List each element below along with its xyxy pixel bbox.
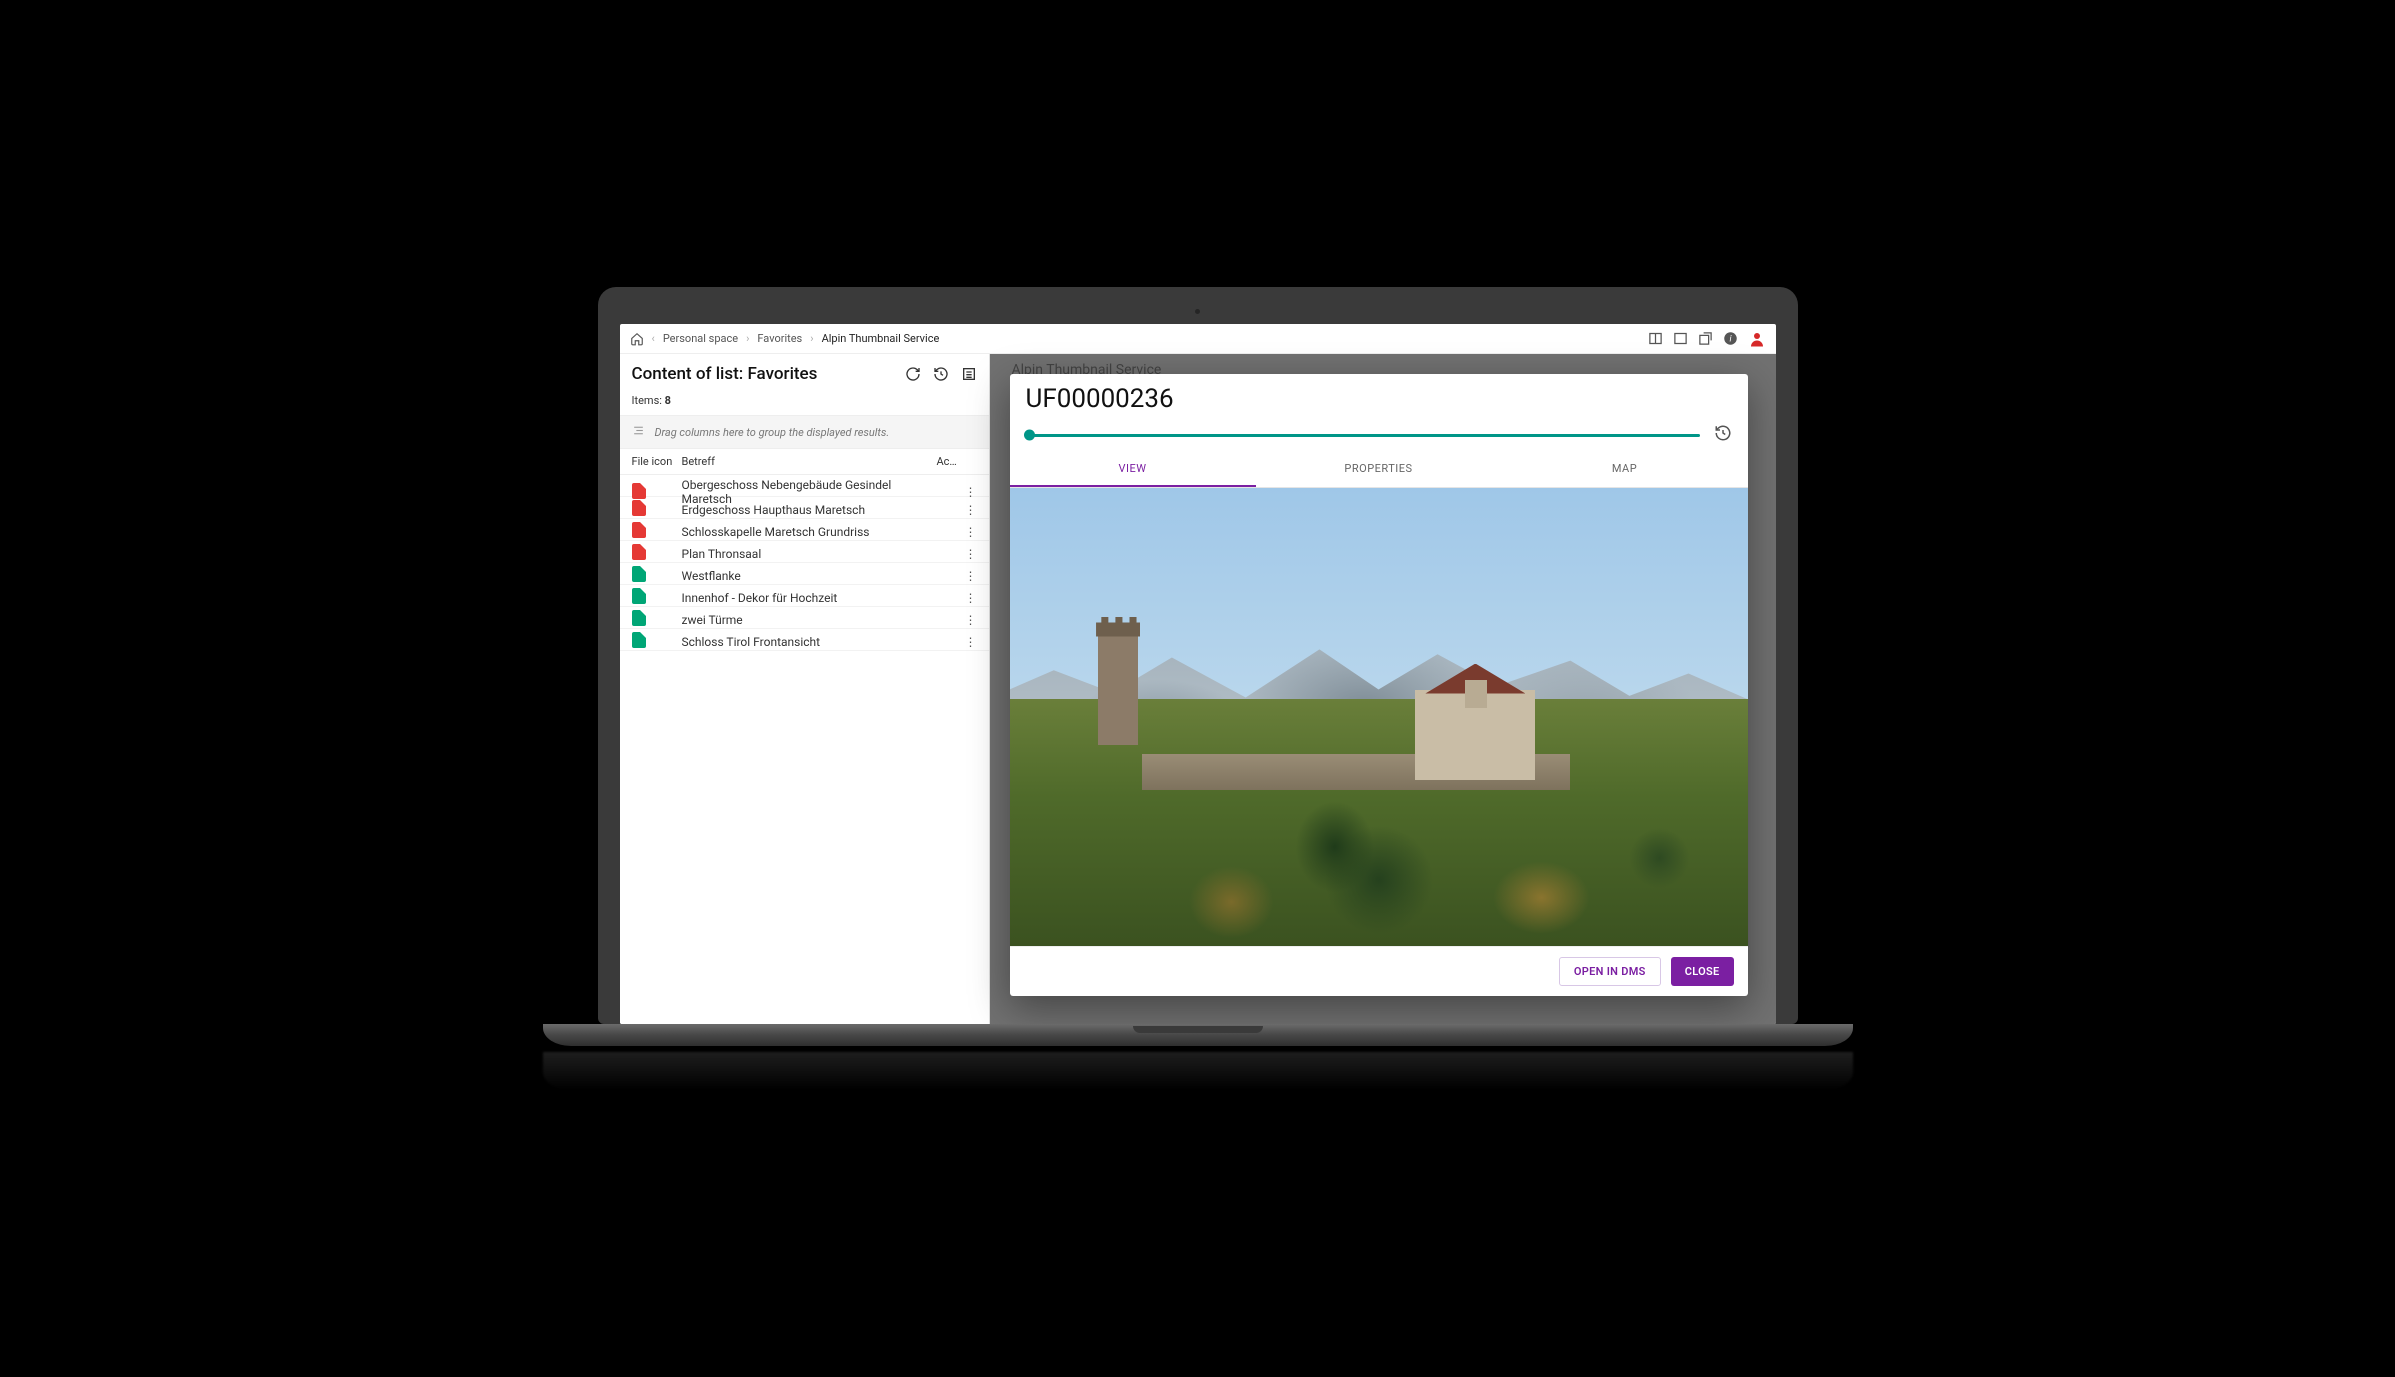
modal-header: UF00000236 (1010, 374, 1748, 418)
items-count: Items: 8 (620, 390, 989, 415)
image-file-icon (632, 566, 646, 582)
image-file-icon (632, 632, 646, 648)
version-slider[interactable] (1026, 434, 1700, 437)
table-body: Obergeschoss Nebengebäude Gesindel Maret… (620, 475, 989, 651)
image-file-icon (632, 588, 646, 604)
table-row[interactable]: Schloss Tirol Frontansicht⋮ (620, 629, 989, 651)
info-icon[interactable]: i (1723, 331, 1738, 346)
layout-single-icon[interactable] (1673, 331, 1688, 346)
user-avatar-icon[interactable] (1748, 330, 1766, 348)
pdf-file-icon (632, 483, 646, 499)
table-row[interactable]: Obergeschoss Nebengebäude Gesindel Maret… (620, 475, 989, 497)
main-area: Alpin Thumbnail Service UF00000236 (990, 354, 1776, 1024)
sidebar: Content of list: Favorites Items: 8 (620, 354, 990, 1024)
castle-tower (1098, 635, 1138, 745)
history-icon[interactable] (933, 366, 949, 382)
open-in-dms-button[interactable]: OPEN IN DMS (1559, 957, 1661, 986)
version-slider-row (1010, 418, 1748, 446)
row-more-icon[interactable]: ⋮ (937, 635, 977, 649)
laptop-frame: ‹ Personal space › Favorites › Alpin Thu… (598, 287, 1798, 1090)
topbar-actions: i (1648, 330, 1766, 348)
row-more-icon[interactable]: ⋮ (937, 485, 977, 499)
breadcrumb-item-current: Alpin Thumbnail Service (822, 332, 940, 345)
tab-map[interactable]: MAP (1502, 452, 1748, 487)
sidebar-header: Content of list: Favorites (620, 354, 989, 390)
tab-view[interactable]: VIEW (1010, 452, 1256, 487)
sidebar-title: Content of list: Favorites (632, 364, 818, 384)
refresh-icon[interactable] (905, 366, 921, 382)
laptop-base (543, 1024, 1853, 1046)
list-settings-icon[interactable] (961, 366, 977, 382)
image-file-icon (632, 610, 646, 626)
laptop-lid: ‹ Personal space › Favorites › Alpin Thu… (598, 287, 1798, 1024)
sidebar-tools (905, 366, 977, 382)
row-more-icon[interactable]: ⋮ (937, 591, 977, 605)
breadcrumb-back[interactable]: ‹ (652, 332, 655, 345)
col-file-icon[interactable]: File icon (632, 455, 682, 468)
breadcrumb-item[interactable]: Personal space (663, 332, 738, 345)
breadcrumb-sep: › (746, 332, 749, 345)
table-row[interactable]: Schlosskapelle Maretsch Grundriss⋮ (620, 519, 989, 541)
table-row[interactable]: zwei Türme⋮ (620, 607, 989, 629)
home-icon[interactable] (630, 332, 644, 346)
row-subject: Plan Thronsaal (682, 547, 937, 561)
row-subject: Erdgeschoss Haupthaus Maretsch (682, 503, 937, 517)
col-actions[interactable]: Ac… (937, 455, 977, 468)
group-drop-zone[interactable]: Drag columns here to group the displayed… (620, 415, 989, 449)
breadcrumb: ‹ Personal space › Favorites › Alpin Thu… (630, 332, 940, 346)
preview-modal: UF00000236 VIEW PROPERTIES MAP (1010, 374, 1748, 996)
modal-body (1010, 488, 1748, 946)
laptop-reflection (543, 1052, 1853, 1090)
modal-title: UF00000236 (1026, 384, 1732, 414)
pdf-file-icon (632, 500, 646, 516)
history-icon[interactable] (1714, 424, 1732, 446)
items-label: Items: (632, 394, 662, 407)
close-button[interactable]: CLOSE (1671, 957, 1734, 986)
row-more-icon[interactable]: ⋮ (937, 547, 977, 561)
breadcrumb-sep: › (810, 332, 813, 345)
row-more-icon[interactable]: ⋮ (937, 525, 977, 539)
row-more-icon[interactable]: ⋮ (937, 503, 977, 517)
topbar: ‹ Personal space › Favorites › Alpin Thu… (620, 324, 1776, 354)
layout-columns-icon[interactable] (1648, 331, 1663, 346)
table-header: File icon Betreff Ac… (620, 449, 989, 475)
pdf-file-icon (632, 544, 646, 560)
camera-dot (1195, 309, 1200, 314)
row-more-icon[interactable]: ⋮ (937, 569, 977, 583)
row-subject: Innenhof - Dekor für Hochzeit (682, 591, 937, 605)
tab-properties[interactable]: PROPERTIES (1256, 452, 1502, 487)
items-count-value: 8 (665, 394, 671, 407)
indent-icon (632, 424, 645, 440)
row-more-icon[interactable]: ⋮ (937, 613, 977, 627)
table-row[interactable]: Plan Thronsaal⋮ (620, 541, 989, 563)
modal-tabs: VIEW PROPERTIES MAP (1010, 452, 1748, 488)
preview-image[interactable] (1010, 488, 1748, 946)
group-hint-text: Drag columns here to group the displayed… (655, 426, 890, 439)
pdf-file-icon (632, 522, 646, 538)
table-row[interactable]: Innenhof - Dekor für Hochzeit⋮ (620, 585, 989, 607)
castle-keep (1415, 690, 1535, 780)
open-external-icon[interactable] (1698, 331, 1713, 346)
row-subject: zwei Türme (682, 613, 937, 627)
col-subject[interactable]: Betreff (682, 455, 937, 468)
modal-footer: OPEN IN DMS CLOSE (1010, 946, 1748, 996)
row-subject: Schloss Tirol Frontansicht (682, 635, 937, 649)
row-subject: Westflanke (682, 569, 937, 583)
table-row[interactable]: Westflanke⋮ (620, 563, 989, 585)
slider-thumb[interactable] (1024, 430, 1035, 441)
app-layout: Content of list: Favorites Items: 8 (620, 354, 1776, 1024)
breadcrumb-item[interactable]: Favorites (757, 332, 802, 345)
screen: ‹ Personal space › Favorites › Alpin Thu… (620, 324, 1776, 1024)
row-subject: Schlosskapelle Maretsch Grundriss (682, 525, 937, 539)
